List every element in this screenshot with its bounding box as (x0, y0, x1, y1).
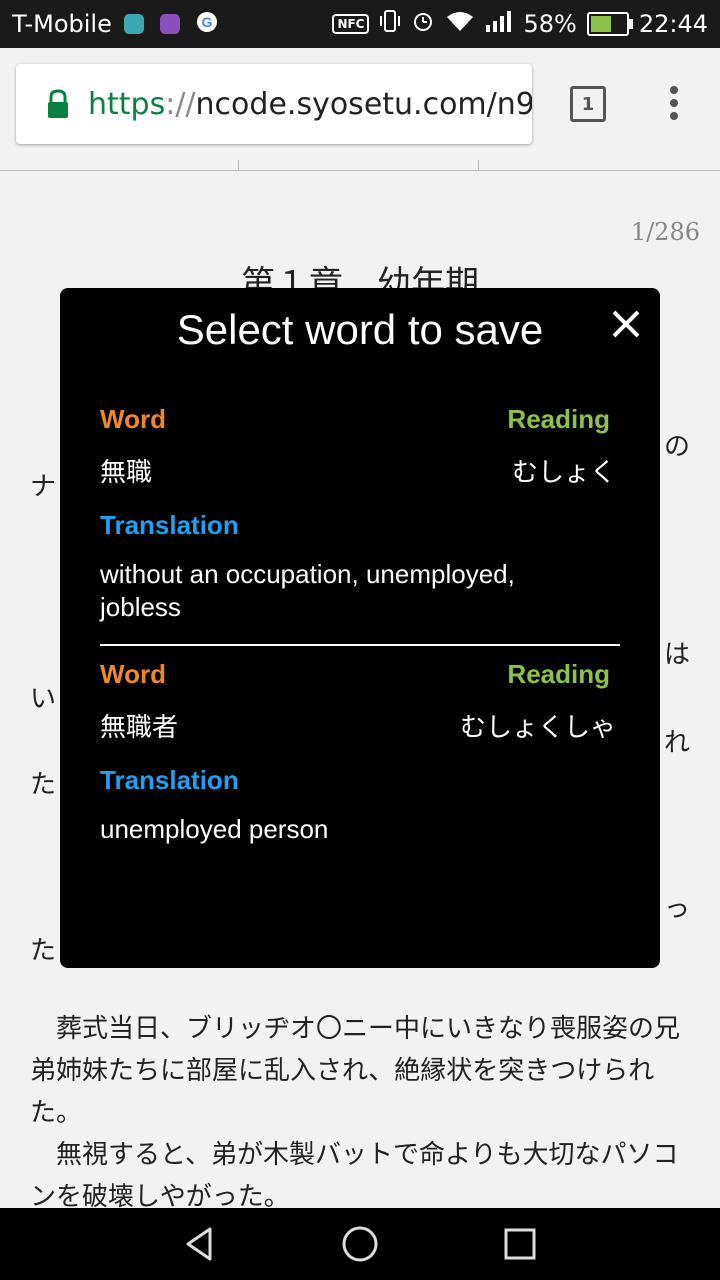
word-label: Word (100, 659, 166, 689)
url-bar[interactable]: https://ncode.syosetu.com/n9 (16, 64, 532, 144)
browser-toolbar: https://ncode.syosetu.com/n9 1 (0, 48, 720, 160)
battery-icon (586, 12, 633, 36)
entry-divider (100, 644, 620, 646)
google-icon: G (196, 11, 218, 37)
back-icon[interactable] (180, 1224, 220, 1264)
tab-switcher-button[interactable]: 1 (570, 86, 606, 122)
text-fragment: っ (664, 894, 691, 924)
paragraph: 葬式当日、ブリッヂオ〇ニー中にいきなり喪服姿の兄弟姉妹たちに部屋に乱入され、絶縁… (30, 1014, 681, 1128)
wifi-icon (445, 9, 475, 39)
alarm-icon (411, 9, 435, 39)
save-word-dialog: Select word to save Word Reading 無職 むしょく… (60, 288, 660, 968)
divider-tick (478, 160, 479, 170)
signal-icon (485, 9, 513, 39)
lock-icon (38, 84, 78, 124)
home-icon[interactable] (340, 1224, 380, 1264)
carrier-name: T-Mobile (12, 10, 112, 38)
translation-value: unemployed person (100, 814, 329, 844)
clock: 22:44 (638, 10, 708, 38)
word-label: Word (100, 404, 166, 434)
close-icon[interactable] (608, 306, 644, 342)
reading-value: むしょく (511, 457, 616, 487)
status-bar: T-Mobile G NFC 58% 22:44 (0, 0, 720, 48)
word-value: 無職者 (100, 712, 179, 742)
dialog-title: Select word to save (176, 306, 544, 353)
text-fragment: ナ (30, 472, 57, 502)
divider (0, 170, 720, 171)
gallery-icon (159, 14, 180, 34)
page-number: 1/286 (630, 218, 700, 246)
text-fragment: た (30, 770, 57, 800)
navigation-bar (0, 1208, 720, 1280)
nfc-icon: NFC (332, 14, 370, 34)
text-fragment: い (30, 684, 57, 714)
android-icon (123, 14, 144, 34)
paragraph: 無視すると、弟が木製バットで命よりも大切なパソコンを破壊しやがった。 (30, 1140, 679, 1208)
translation-value: without an occupation, unemployed, joble… (100, 559, 515, 622)
translation-label: Translation (100, 510, 239, 540)
recents-icon[interactable] (500, 1224, 540, 1264)
word-value: 無職 (100, 457, 153, 487)
reading-label: Reading (507, 404, 610, 434)
overflow-menu-icon[interactable] (664, 86, 684, 126)
text-fragment: の (664, 432, 691, 462)
url-text: https://ncode.syosetu.com/n9 (88, 86, 532, 122)
translation-label: Translation (100, 765, 239, 795)
vibrate-icon (379, 9, 401, 39)
reading-label: Reading (507, 659, 610, 689)
battery-percent: 58% (523, 10, 577, 38)
divider-tick (238, 160, 239, 170)
reading-value: むしょくしゃ (459, 712, 616, 742)
svg-text:G: G (201, 14, 212, 30)
text-fragment: は (664, 640, 691, 670)
text-fragment: れ (664, 728, 691, 758)
text-fragment: た (30, 936, 57, 966)
